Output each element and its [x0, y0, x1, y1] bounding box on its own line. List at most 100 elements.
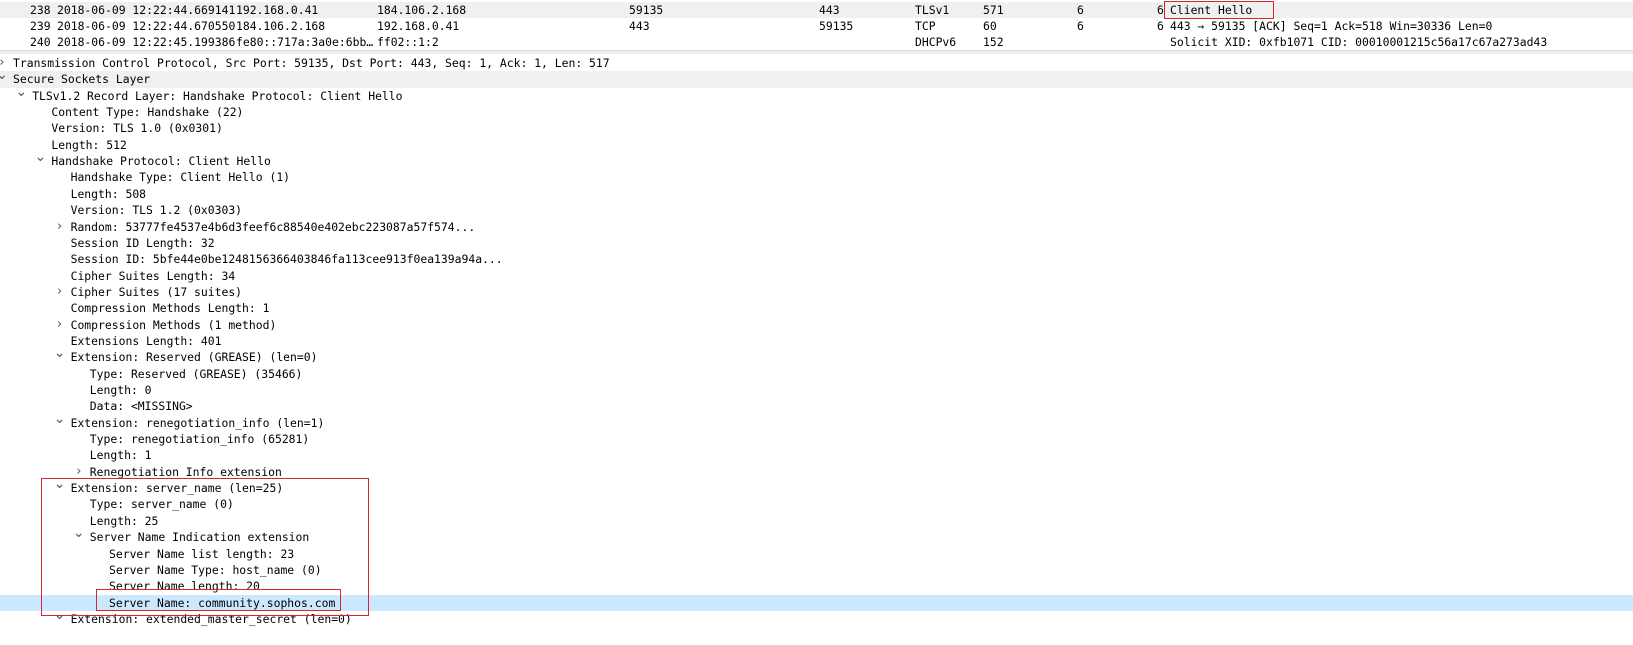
tree-row[interactable]: ⌄ Extension: server_name (len=25) — [0, 480, 1633, 496]
tree-row[interactable]: Extensions Length: 401 — [0, 333, 1633, 349]
packet-time: 2018-06-09 12:22:44.670550 — [57, 19, 236, 33]
tree-row-label: Server Name: community.sophos.com — [109, 595, 336, 610]
tree-row[interactable]: ⌄ Handshake Protocol: Client Hello — [0, 153, 1633, 169]
tree-row[interactable]: Type: server_name (0) — [0, 496, 1633, 512]
chevron-right-icon[interactable]: › — [54, 284, 66, 300]
tree-row-label: TLSv1.2 Record Layer: Handshake Protocol… — [32, 88, 403, 103]
packet-row[interactable]: 238 2018-06-09 12:22:44.669141 192.168.0.4… — [0, 2, 1633, 18]
tree-row-label: Transmission Control Protocol, Src Port:… — [13, 56, 610, 70]
tree-row-label: Secure Sockets Layer — [13, 72, 151, 87]
packet-column: 6 — [1077, 19, 1084, 33]
tree-row[interactable]: Cipher Suites Length: 34 — [0, 268, 1633, 284]
packet-length: 152 — [983, 35, 1004, 49]
packet-info: 443 → 59135 [ACK] Seq=1 Ack=518 Win=3033… — [1170, 19, 1493, 33]
packet-length: 571 — [983, 3, 1004, 17]
chevron-down-icon[interactable]: ⌄ — [0, 71, 8, 83]
tree-row[interactable]: › Cipher Suites (17 suites) — [0, 284, 1633, 300]
packet-source: 192.168.0.41 — [236, 3, 319, 17]
tree-row[interactable]: Server Name list length: 23 — [0, 546, 1633, 562]
tree-row[interactable]: Compression Methods Length: 1 — [0, 300, 1633, 316]
tree-row-label: Server Name length: 20 — [109, 579, 260, 594]
chevron-right-icon[interactable]: › — [54, 219, 66, 235]
chevron-down-icon[interactable]: ⌄ — [54, 349, 66, 361]
tree-row-label: Extension: renegotiation_info (len=1) — [70, 415, 325, 430]
tree-row[interactable]: › Renegotiation Info extension — [0, 464, 1633, 480]
packet-number: 239 — [30, 19, 51, 33]
tree-row-label: Server Name Indication extension — [89, 530, 310, 545]
tree-row-label: Server Name Type: host_name (0) — [109, 562, 322, 577]
tree-row[interactable]: Type: Reserved (GREASE) (35466) — [0, 366, 1633, 382]
tree-row-label: Extension: Reserved (GREASE) (len=0) — [70, 350, 318, 365]
chevron-right-icon[interactable]: › — [73, 464, 85, 480]
chevron-down-icon[interactable]: ⌄ — [54, 611, 66, 623]
tree-row[interactable]: Data: <MISSING> — [0, 398, 1633, 414]
packet-time: 2018-06-09 12:22:44.669141 — [57, 3, 236, 17]
tree-row-label: Type: server_name (0) — [89, 497, 234, 512]
packet-destination-port: 443 — [819, 3, 840, 17]
packet-details-pane: › Transmission Control Protocol, Src Port… — [0, 54, 1633, 645]
chevron-right-icon[interactable]: › — [0, 55, 8, 71]
tree-row[interactable]: Length: 512 — [0, 137, 1633, 153]
tree-row-label: Content Type: Handshake (22) — [51, 105, 244, 120]
tree-row[interactable]: ⌄ TLSv1.2 Record Layer: Handshake Protoco… — [0, 88, 1633, 104]
chevron-down-icon[interactable]: ⌄ — [54, 480, 66, 492]
tree-row[interactable]: Session ID Length: 32 — [0, 235, 1633, 251]
tree-row-label: Extensions Length: 401 — [70, 333, 222, 348]
packet-source: fe80::717a:3a0e:6bb… — [236, 35, 374, 49]
packet-list-pane: 238 2018-06-09 12:22:44.669141 192.168.0.4… — [0, 0, 1633, 50]
tree-row-label: Length: 25 — [89, 513, 159, 528]
tree-row-label: Length: 1 — [89, 448, 152, 463]
tree-row[interactable]: Server Name Type: host_name (0) — [0, 562, 1633, 578]
chevron-down-icon[interactable]: ⌄ — [73, 529, 85, 541]
packet-protocol: TCP — [915, 19, 936, 33]
packet-destination: 184.106.2.168 — [377, 3, 467, 17]
tree-row[interactable]: Server Name length: 20 — [0, 578, 1633, 594]
tree-row[interactable]: Version: TLS 1.2 (0x0303) — [0, 202, 1633, 218]
packet-destination: 192.168.0.41 — [377, 19, 460, 33]
tree-row[interactable]: Length: 508 — [0, 186, 1633, 202]
tree-row[interactable]: Type: renegotiation_info (65281) — [0, 431, 1633, 447]
tree-row[interactable]: Length: 0 — [0, 382, 1633, 398]
packet-info: Solicit XID: 0xfb1071 CID: 00010001215c5… — [1170, 35, 1548, 49]
packet-row[interactable]: 240 2018-06-09 12:22:45.199386 fe80::717a:… — [0, 34, 1633, 50]
tree-row[interactable]: › Transmission Control Protocol, Src Port… — [0, 55, 1633, 71]
tree-row-label: Extension: server_name (len=25) — [70, 481, 284, 496]
tree-row[interactable]: ⌄ Extension: extended_master_secret (len=… — [0, 611, 1633, 627]
tree-row[interactable]: Length: 25 — [0, 513, 1633, 529]
packet-source: 184.106.2.168 — [236, 19, 326, 33]
tree-row[interactable]: ⌄ Extension: renegotiation_info (len=1) — [0, 415, 1633, 431]
tree-row[interactable]: ⌄ Secure Sockets Layer — [0, 71, 1633, 88]
packet-number: 240 — [30, 35, 51, 49]
tree-row-label: Extension: extended_master_secret (len=0… — [70, 611, 352, 626]
packet-time: 2018-06-09 12:22:45.199386 — [57, 35, 236, 49]
packet-number: 238 — [30, 3, 51, 17]
tree-row[interactable]: Session ID: 5bfe44e0be1248156366403846fa… — [0, 251, 1633, 267]
tree-row[interactable]: › Random: 53777fe4537e4b6d3feef6c88540e40… — [0, 219, 1633, 235]
tree-row-label: Compression Methods (1 method) — [70, 317, 277, 332]
tree-row-label: Cipher Suites Length: 34 — [70, 268, 236, 283]
packet-source-port: 443 — [629, 19, 650, 33]
chevron-down-icon[interactable]: ⌄ — [15, 88, 27, 100]
chevron-right-icon[interactable]: › — [54, 317, 66, 333]
tree-row[interactable]: Server Name: community.sophos.com — [0, 594, 1633, 611]
tree-row-label: Server Name list length: 23 — [109, 546, 295, 561]
tree-row[interactable]: Handshake Type: Client Hello (1) — [0, 169, 1633, 185]
tree-row[interactable]: ⌄ Extension: Reserved (GREASE) (len=0) — [0, 349, 1633, 365]
tree-row[interactable]: › Compression Methods (1 method) — [0, 317, 1633, 333]
tree-row[interactable]: Length: 1 — [0, 447, 1633, 463]
tree-row-label: Data: <MISSING> — [89, 399, 193, 414]
tree-row-label: Handshake Type: Client Hello (1) — [70, 170, 291, 185]
packet-row[interactable]: 239 2018-06-09 12:22:44.670550 184.106.2.1… — [0, 18, 1633, 34]
packet-source-port: 59135 — [629, 3, 664, 17]
packet-destination-port: 59135 — [819, 19, 854, 33]
packet-info: Client Hello — [1170, 3, 1253, 17]
tree-row[interactable]: ⌄ Server Name Indication extension — [0, 529, 1633, 545]
tree-row[interactable]: Version: TLS 1.0 (0x0301) — [0, 120, 1633, 136]
tree-row[interactable]: Content Type: Handshake (22) — [0, 104, 1633, 120]
packet-column: 6 — [1157, 3, 1164, 17]
packet-protocol: TLSv1 — [915, 3, 950, 17]
tree-row-label: Random: 53777fe4537e4b6d3feef6c88540e402… — [70, 219, 476, 234]
chevron-down-icon[interactable]: ⌄ — [34, 153, 47, 165]
chevron-down-icon[interactable]: ⌄ — [54, 415, 66, 427]
tree-row-label: Renegotiation Info extension — [89, 464, 282, 479]
